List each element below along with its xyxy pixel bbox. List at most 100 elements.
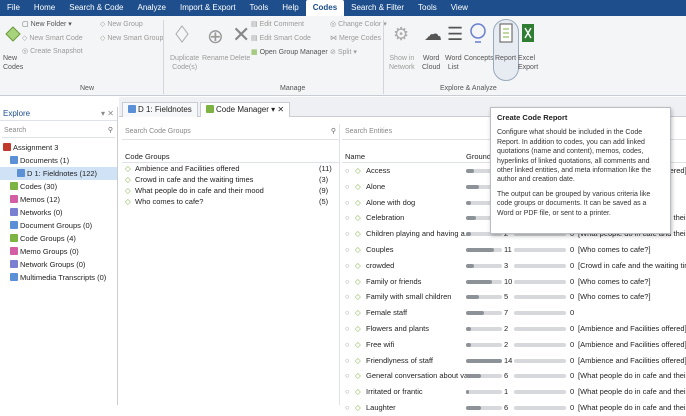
merge-codes-button[interactable]: ⋈ Merge Codes	[330, 34, 381, 43]
grounded-bar	[466, 295, 502, 300]
tab-code-manager[interactable]: Code Manager ▾ ✕	[200, 102, 291, 117]
menu-item-home[interactable]: Home	[27, 0, 62, 16]
density-value: 0	[570, 371, 575, 381]
expand-icon[interactable]: ○	[345, 400, 350, 416]
tree-item[interactable]: Documents (1)	[0, 154, 117, 167]
concepts-button[interactable]: Concepts	[464, 54, 494, 63]
code-groups-header[interactable]: Code Groups	[122, 150, 339, 163]
menu-item-tools[interactable]: Tools	[411, 0, 444, 16]
new-smart-group-button[interactable]: ◇ New Smart Group	[100, 34, 163, 43]
tree-item[interactable]: Assignment 3	[0, 141, 117, 154]
tree-item[interactable]: Networks (0)	[0, 206, 117, 219]
grounded-bar	[466, 326, 502, 331]
entity-row[interactable]: ○ ◇ Irritated or frantic 1 0 [What people do …	[342, 384, 686, 400]
excel-export-button[interactable]: Excel Export	[518, 54, 538, 72]
tree-item[interactable]: Code Groups (4)	[0, 232, 117, 245]
menu-item-import-export[interactable]: Import & Export	[173, 0, 243, 16]
code-group-icon: ◇	[125, 197, 131, 206]
code-group-row[interactable]: ◇ What people do in cafe and their mood (9…	[122, 185, 339, 196]
density-bar	[514, 390, 566, 395]
expand-icon[interactable]: ○	[345, 384, 350, 400]
code-groups-search-placeholder: Search Code Groups	[125, 128, 191, 135]
tree-item[interactable]: Memos (12)	[0, 193, 117, 206]
show-in-network-button[interactable]: Show in Network	[389, 54, 415, 72]
expand-icon[interactable]: ○	[345, 226, 350, 242]
new-folder-button[interactable]: ▢ New Folder ▾	[22, 20, 72, 29]
word-cloud-button[interactable]: Word Cloud	[422, 54, 440, 72]
new-codes-icon[interactable]	[5, 26, 21, 44]
menu-item-view[interactable]: View	[444, 0, 475, 16]
entity-row[interactable]: ○ ◇ Friendlyness of staff 14 0 [Ambience and …	[342, 353, 686, 369]
menu-item-search-code[interactable]: Search & Code	[62, 0, 130, 16]
expand-icon[interactable]: ○	[345, 353, 350, 369]
expand-icon[interactable]: ○	[345, 274, 350, 290]
entity-row[interactable]: ○ ◇ crowded 3 0 [Crowd in cafe and the waitin…	[342, 258, 686, 274]
report-button[interactable]: Report	[495, 54, 516, 63]
expand-icon[interactable]: ○	[345, 321, 350, 337]
code-icon: ◇	[355, 308, 361, 318]
entity-row[interactable]: ○ ◇ Flowers and plants 2 0 [Ambience and Faci…	[342, 321, 686, 337]
menu-item-codes[interactable]: Codes	[305, 0, 345, 16]
explore-pane: Explore ▾ ✕ Search ⚲ Assignment 3 Documen…	[0, 107, 118, 405]
explore-search-input[interactable]: Search ⚲	[2, 124, 115, 138]
new-codes-button[interactable]: New Codes	[3, 54, 23, 72]
grounded-bar-fill	[466, 200, 471, 205]
word-list-button[interactable]: Word List	[445, 54, 462, 72]
code-group-row[interactable]: ◇ Crowd in cafe and the waiting times (3)	[122, 174, 339, 185]
menu-item-help[interactable]: Help	[275, 0, 305, 16]
expand-icon[interactable]: ○	[345, 163, 350, 179]
change-color-button[interactable]: ◎ Change Color ▾	[330, 20, 387, 29]
open-group-manager-button[interactable]: ▦ Open Group Manager	[251, 48, 328, 57]
tree-item-label: Memo Groups (0)	[20, 247, 79, 256]
delete-button[interactable]: Delete	[230, 54, 250, 63]
pane-controls[interactable]: ▾ ✕	[101, 107, 114, 121]
expand-icon[interactable]: ○	[345, 242, 350, 258]
rename-button[interactable]: Rename	[202, 54, 228, 63]
entity-name: Couples	[366, 244, 394, 254]
expand-icon[interactable]: ○	[345, 368, 350, 384]
tree-item[interactable]: Network Groups (0)	[0, 258, 117, 271]
entity-row[interactable]: ○ ◇ Couples 11 0 [Who comes to cafe?]	[342, 242, 686, 258]
expand-icon[interactable]: ○	[345, 210, 350, 226]
split-button[interactable]: ⊘ Split ▾	[330, 48, 357, 57]
entity-name: Celebration	[366, 213, 405, 223]
tree-item[interactable]: Document Groups (0)	[0, 219, 117, 232]
menu-item-search-filter[interactable]: Search & Filter	[344, 0, 411, 16]
grounded-bar-fill	[466, 358, 502, 363]
expand-icon[interactable]: ○	[345, 337, 350, 353]
entity-row[interactable]: ○ ◇ Female staff 7 0	[342, 305, 686, 321]
density-bar	[514, 405, 566, 410]
entity-row[interactable]: ○ ◇ Laughter 6 0 [What people do in cafe and …	[342, 400, 686, 416]
entity-row[interactable]: ○ ◇ Family or friends 10 0 [Who comes to cafe…	[342, 274, 686, 290]
tree-item[interactable]: Memo Groups (0)	[0, 245, 117, 258]
edit-smart-code-button[interactable]: ▤ Edit Smart Code	[251, 34, 311, 43]
duplicate-codes-button[interactable]: Duplicate Code(s)	[170, 54, 199, 72]
expand-icon[interactable]: ○	[345, 195, 350, 211]
menu-item-analyze[interactable]: Analyze	[131, 0, 173, 16]
tab-fieldnotes[interactable]: D 1: Fieldnotes	[122, 102, 198, 117]
code-group-row[interactable]: ◇ Ambience and Facilities offered (11)	[122, 163, 339, 174]
create-snapshot-button[interactable]: ◎ Create Snapshot	[22, 47, 83, 56]
tree-item[interactable]: D 1: Fieldnotes (122)	[0, 167, 117, 180]
tab-close-icon[interactable]: ▾ ✕	[269, 105, 284, 114]
code-group-row[interactable]: ◇ Who comes to cafe? (5)	[122, 196, 339, 207]
expand-icon[interactable]: ○	[345, 305, 350, 321]
expand-icon[interactable]: ○	[345, 258, 350, 274]
new-smart-code-button[interactable]: ◇ New Smart Code	[22, 34, 83, 43]
entity-row[interactable]: ○ ◇ Family with small children 5 0 [Who comes…	[342, 289, 686, 305]
expand-icon[interactable]: ○	[345, 289, 350, 305]
menu-item-file[interactable]: File	[0, 0, 27, 16]
new-group-button[interactable]: ◇ New Group	[100, 20, 143, 29]
menu-item-tools[interactable]: Tools	[243, 0, 276, 16]
tree-item[interactable]: Codes (30)	[0, 180, 117, 193]
code-groups-search-input[interactable]: Search Code Groups ⚲	[122, 124, 339, 140]
entity-row[interactable]: ○ ◇ Free wifi 2 0 [Ambience and Facilities of…	[342, 337, 686, 353]
grounded-value: 3	[504, 260, 509, 270]
edit-comment-button[interactable]: ▤ Edit Comment	[251, 20, 304, 29]
expand-icon[interactable]: ○	[345, 179, 350, 195]
duplicate-icon	[174, 24, 190, 46]
density-value: 0	[570, 276, 575, 286]
entity-row[interactable]: ○ ◇ General conversation about va... 6 0 [Wha…	[342, 368, 686, 384]
tree-item[interactable]: Multimedia Transcripts (0)	[0, 271, 117, 284]
tree-item-icon	[10, 234, 18, 242]
